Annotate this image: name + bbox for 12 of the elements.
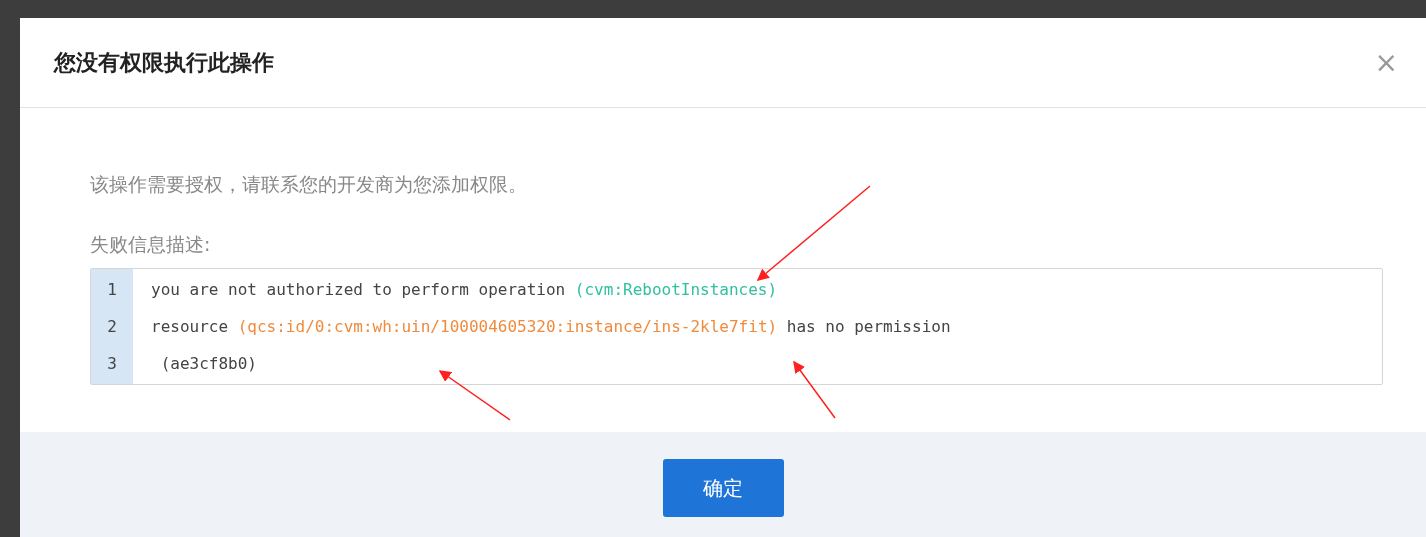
message-text: 该操作需要授权，请联系您的开发商为您添加权限。 <box>90 172 528 197</box>
annotation-arrow <box>793 360 836 419</box>
dialog-title: 您没有权限执行此操作 <box>54 49 274 77</box>
line-number: 1 <box>106 279 118 301</box>
details-label: 失败信息描述: <box>90 232 212 257</box>
close-button[interactable]: × <box>1374 48 1398 77</box>
line-number: 2 <box>106 316 118 338</box>
confirm-button[interactable]: 确定 <box>662 459 784 517</box>
code-line: resource (qcs:id/0:cvm:wh:uin/100004605320:instance/ins-2kle7fit) has no permission <box>151 316 951 338</box>
line-number: 3 <box>106 353 118 375</box>
code-line: you are not authorized to perform operation (cvm:RebootInstances) <box>151 279 779 301</box>
code-line: (ae3cf8b0) <box>159 353 258 375</box>
